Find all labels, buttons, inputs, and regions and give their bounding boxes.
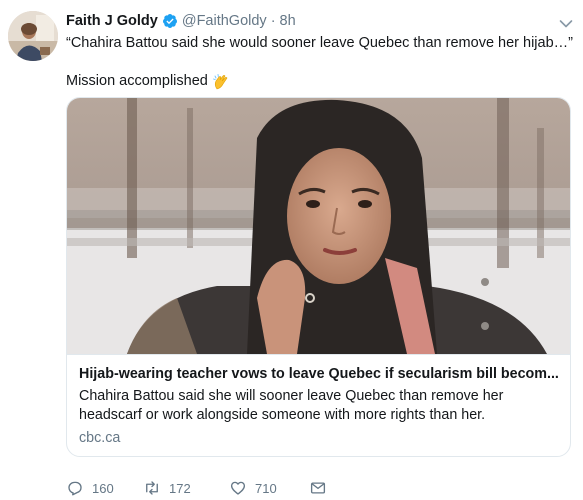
envelope-icon — [310, 482, 326, 494]
retweet-count: 172 — [169, 480, 191, 496]
tweet-text-line-1: “Chahira Battou said she would sooner le… — [66, 35, 573, 51]
card-description: Chahira Battou said she will sooner leav… — [79, 387, 560, 425]
clapping-hands-icon — [212, 73, 230, 91]
retweet-button[interactable]: 172 — [143, 479, 223, 497]
tweet-timestamp[interactable]: 8h — [280, 13, 296, 29]
avatar[interactable] — [8, 11, 58, 61]
reply-count: 160 — [92, 480, 114, 496]
card-description-line-1: Chahira Battou said she will sooner leav… — [79, 388, 504, 404]
chevron-down-icon[interactable] — [559, 16, 573, 28]
separator-dot: · — [270, 13, 276, 29]
card-title: Hijab-wearing teacher vows to leave Queb… — [79, 366, 559, 382]
card-body[interactable]: Hijab-wearing teacher vows to leave Queb… — [67, 354, 570, 456]
reply-icon — [68, 481, 82, 496]
retweet-icon — [146, 481, 158, 495]
card-description-line-2: headscarf or work alongside someone with… — [79, 407, 486, 423]
heart-icon — [230, 481, 246, 495]
tweet-text-line-2: Mission accomplished — [66, 72, 230, 91]
card-image[interactable] — [67, 98, 570, 354]
author-handle[interactable]: @FaithGoldy — [182, 13, 267, 29]
author-name[interactable]: Faith J Goldy — [66, 13, 158, 29]
tweet-text-mission: Mission accomplished — [66, 73, 208, 89]
verified-badge-icon — [162, 13, 178, 29]
like-button[interactable]: 710 — [229, 479, 307, 497]
reply-button[interactable]: 160 — [66, 479, 129, 497]
like-count: 710 — [255, 480, 277, 496]
card-domain: cbc.ca — [79, 430, 121, 446]
tweet-header: Faith J Goldy @FaithGoldy · 8h — [66, 11, 296, 31]
link-card[interactable]: Hijab-wearing teacher vows to leave Queb… — [66, 97, 571, 457]
direct-message-button[interactable] — [309, 479, 335, 497]
tweet[interactable]: Faith J Goldy @FaithGoldy · 8h “Chahira … — [0, 0, 583, 500]
avatar-image — [8, 11, 58, 61]
tweet-actions: 160 172 710 — [66, 478, 335, 498]
